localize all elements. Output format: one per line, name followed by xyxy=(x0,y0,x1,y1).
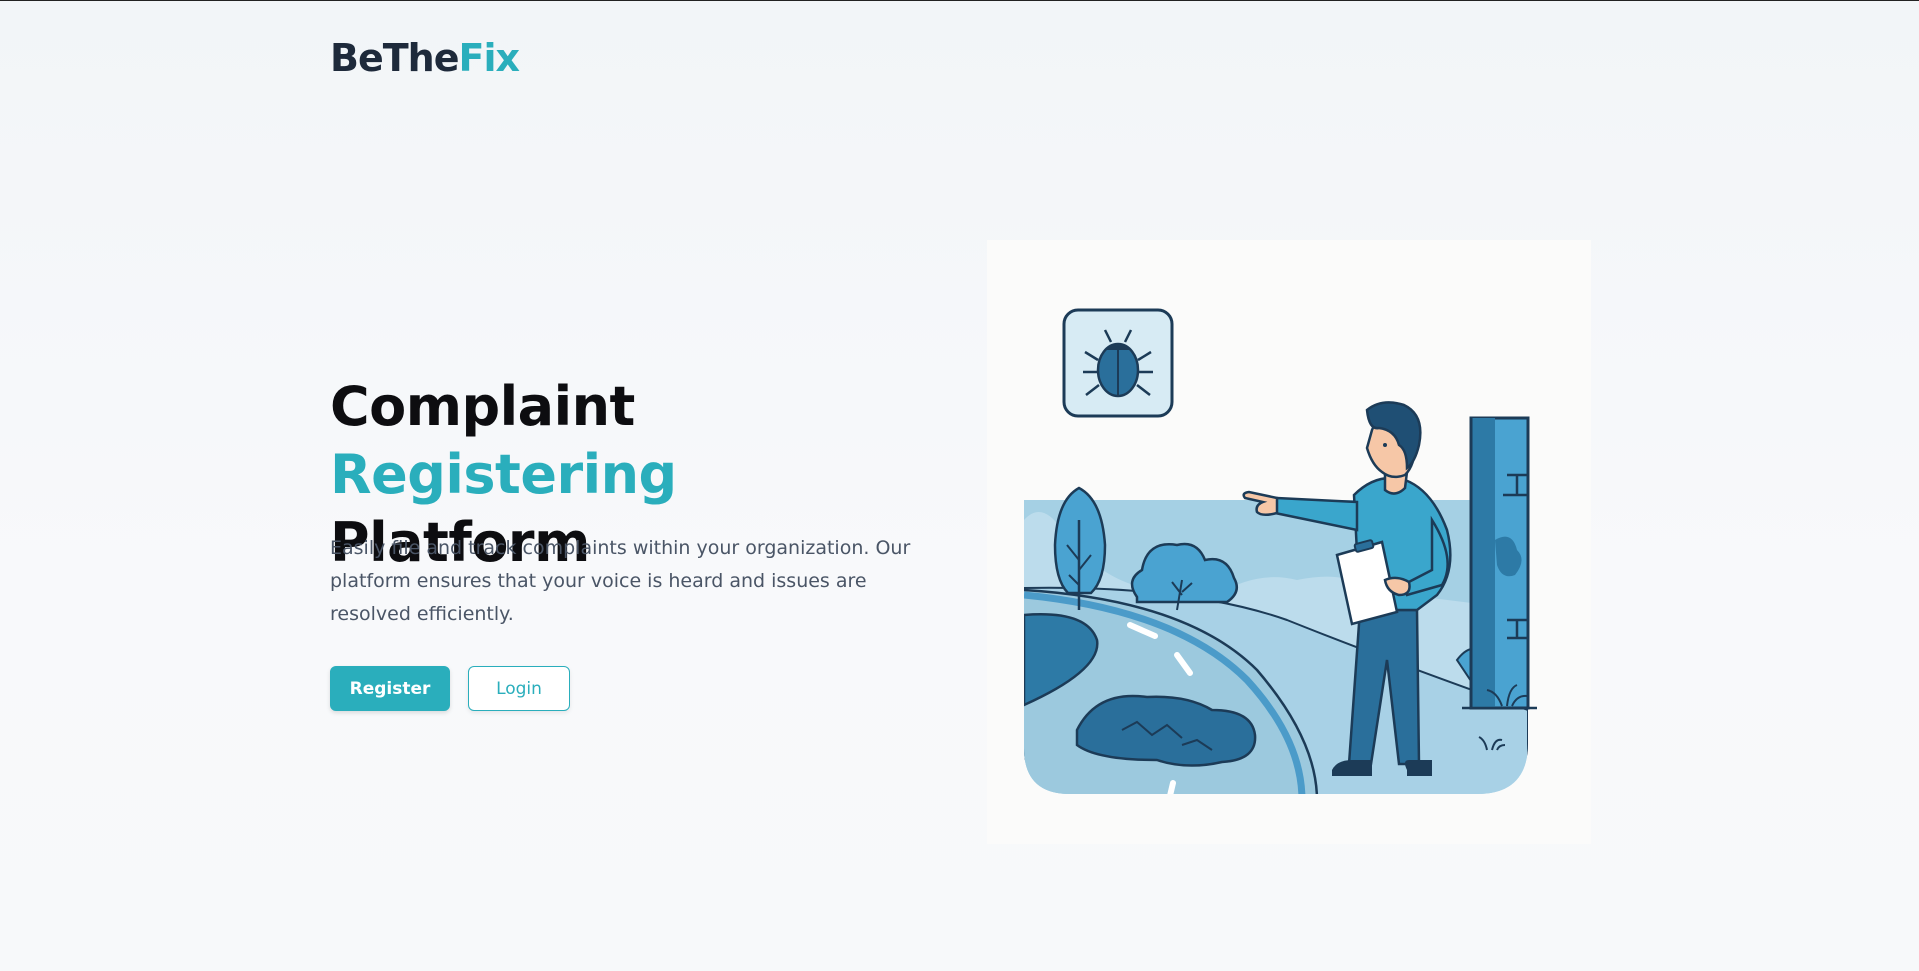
brand-name-part1: BeThe xyxy=(330,36,459,80)
login-button[interactable]: Login xyxy=(468,666,570,711)
brand-name-part2: Fix xyxy=(458,36,519,80)
person-reporting-bug-illustration xyxy=(1024,308,1537,794)
hero-illustration xyxy=(987,240,1591,844)
hero-description: Easily file and track complaints within … xyxy=(330,537,911,625)
hero-title-accent: Registering xyxy=(330,443,677,506)
hero-title-part1: Complaint xyxy=(330,375,635,438)
register-button[interactable]: Register xyxy=(330,666,450,711)
brand-logo[interactable]: BeTheFix xyxy=(330,33,520,83)
